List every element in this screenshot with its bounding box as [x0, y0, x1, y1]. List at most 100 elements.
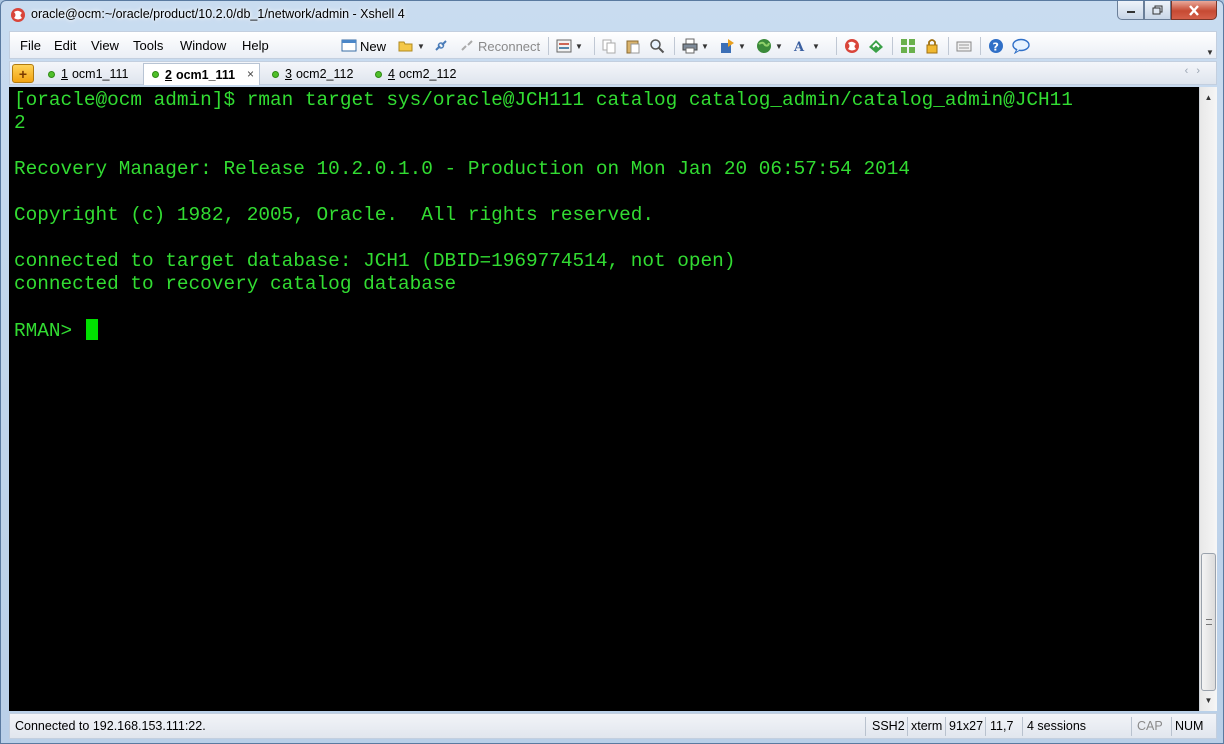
reconnect-button[interactable]: Reconnect	[459, 36, 540, 56]
toolbar-overflow[interactable]: ▼	[1206, 42, 1214, 62]
chevron-right-icon[interactable]: ›	[1196, 65, 1208, 77]
chevron-down-icon: ▼	[738, 41, 746, 51]
lock-button[interactable]	[924, 36, 940, 56]
tab-session-2[interactable]: 2 ocm1_111 ×	[143, 63, 260, 85]
chat-button[interactable]	[1012, 36, 1030, 56]
rman-prompt: RMAN>	[14, 320, 84, 342]
menu-help[interactable]: Help	[242, 38, 269, 53]
xftp-button[interactable]	[868, 36, 884, 56]
connected-status-icon	[272, 70, 279, 78]
search-icon	[650, 39, 665, 54]
tab-label: ocm1_111	[71, 67, 129, 81]
status-separator	[985, 717, 986, 736]
xftp-icon	[869, 40, 883, 53]
chevron-down-icon: ▼	[775, 41, 783, 51]
sessions-status: 4 sessions	[1027, 719, 1087, 733]
layout-button[interactable]	[900, 36, 916, 56]
connect-button[interactable]	[433, 36, 449, 56]
xshell-app-icon	[11, 8, 25, 22]
scroll-up-arrow[interactable]: ▲	[1200, 89, 1217, 106]
paste-button[interactable]	[625, 36, 641, 56]
menu-tools[interactable]: Tools	[133, 38, 163, 53]
chevron-down-icon: ▼	[812, 41, 820, 51]
globe-button[interactable]: ▼	[756, 36, 783, 56]
copy-button[interactable]	[601, 36, 617, 56]
status-separator	[945, 717, 946, 736]
status-separator	[865, 717, 866, 736]
restore-icon	[1152, 5, 1163, 15]
find-button[interactable]	[649, 36, 665, 56]
session-tab-bar: + 1 ocm1_111 2 ocm1_111 × 3 ocm2_112 4 o…	[9, 61, 1217, 85]
keyboard-button[interactable]	[956, 36, 972, 56]
copy-icon	[602, 39, 616, 54]
font-button[interactable]: A ▼	[793, 36, 820, 56]
menu-view[interactable]: View	[91, 38, 119, 53]
terminal-type-status: xterm	[911, 719, 943, 733]
chevron-down-icon: ▼	[417, 41, 425, 51]
connected-status-icon	[48, 70, 55, 78]
minimize-button[interactable]	[1117, 1, 1144, 20]
properties-button[interactable]: ▼	[556, 36, 583, 56]
menu-toolbar: File Edit View Tools Window Help New ▼ R…	[9, 31, 1217, 59]
scroll-down-arrow[interactable]: ▼	[1200, 692, 1217, 709]
vertical-scrollbar[interactable]: ▲ ▼	[1199, 87, 1217, 711]
tab-scroll-arrows[interactable]: ‹›	[1185, 65, 1208, 77]
menu-window[interactable]: Window	[180, 38, 226, 53]
print-button[interactable]: ▼	[682, 36, 709, 56]
status-separator	[1131, 717, 1132, 736]
status-bar: Connected to 192.168.153.111:22. SSH2 xt…	[9, 713, 1217, 739]
svg-text:?: ?	[993, 41, 999, 54]
close-button[interactable]	[1171, 1, 1217, 20]
toolbar-separator	[836, 37, 837, 55]
xshell-window: oracle@ocm:~/oracle/product/10.2.0/db_1/…	[0, 0, 1224, 744]
minimize-icon	[1126, 11, 1135, 13]
folder-open-icon	[398, 41, 413, 52]
terminal-screen[interactable]: [oracle@ocm admin]$ rman target sys/orac…	[9, 87, 1199, 711]
lock-icon	[926, 39, 938, 54]
tab-number: 4	[388, 67, 395, 81]
chevron-down-icon: ▼	[575, 41, 583, 51]
tab-label: ocm2_112	[295, 67, 354, 81]
new-button[interactable]: New	[341, 36, 386, 56]
title-bar[interactable]: oracle@ocm:~/oracle/product/10.2.0/db_1/…	[1, 1, 1223, 29]
cursor-position-status: 11,7	[990, 719, 1014, 733]
connected-status-icon	[152, 71, 159, 78]
maximize-button[interactable]	[1144, 1, 1171, 20]
prompt-line: RMAN>	[14, 319, 1199, 342]
properties-icon	[556, 39, 572, 53]
status-separator	[907, 717, 908, 736]
chevron-left-icon[interactable]: ‹	[1185, 65, 1197, 77]
xshell-button[interactable]	[844, 36, 860, 56]
scrollbar-thumb[interactable]	[1201, 553, 1216, 691]
tab-number: 3	[285, 67, 292, 81]
close-icon	[1189, 4, 1199, 16]
tab-close-icon[interactable]: ×	[247, 67, 254, 81]
globe-icon	[757, 39, 771, 53]
paste-icon	[626, 40, 640, 54]
tab-session-4[interactable]: 4 ocm2_112	[367, 63, 467, 85]
xshell-icon	[845, 39, 859, 53]
open-button[interactable]: ▼	[398, 36, 425, 56]
tile-layout-icon	[901, 39, 915, 53]
add-session-button[interactable]: +	[12, 64, 34, 83]
menu-edit[interactable]: Edit	[54, 38, 76, 53]
status-separator	[1171, 717, 1172, 736]
grip-icon	[1206, 619, 1212, 625]
new-session-icon	[341, 39, 357, 52]
help-button[interactable]: ?	[988, 36, 1004, 56]
transfer-button[interactable]: ▼	[719, 36, 746, 56]
new-label: New	[360, 38, 387, 54]
window-title: oracle@ocm:~/oracle/product/10.2.0/db_1/…	[31, 7, 405, 21]
tab-number: 2	[165, 67, 172, 82]
keyboard-icon	[956, 41, 972, 52]
menu-file[interactable]: File	[20, 38, 41, 53]
plus-icon: +	[18, 65, 28, 82]
caps-lock-indicator: CAP	[1137, 719, 1163, 733]
tab-session-1[interactable]: 1 ocm1_111	[40, 63, 140, 85]
terminal-line: Recovery Manager: Release 10.2.0.1.0 - P…	[14, 158, 910, 180]
tab-session-3[interactable]: 3 ocm2_112	[264, 63, 364, 85]
reconnect-icon	[461, 40, 473, 51]
reconnect-label: Reconnect	[478, 38, 541, 54]
